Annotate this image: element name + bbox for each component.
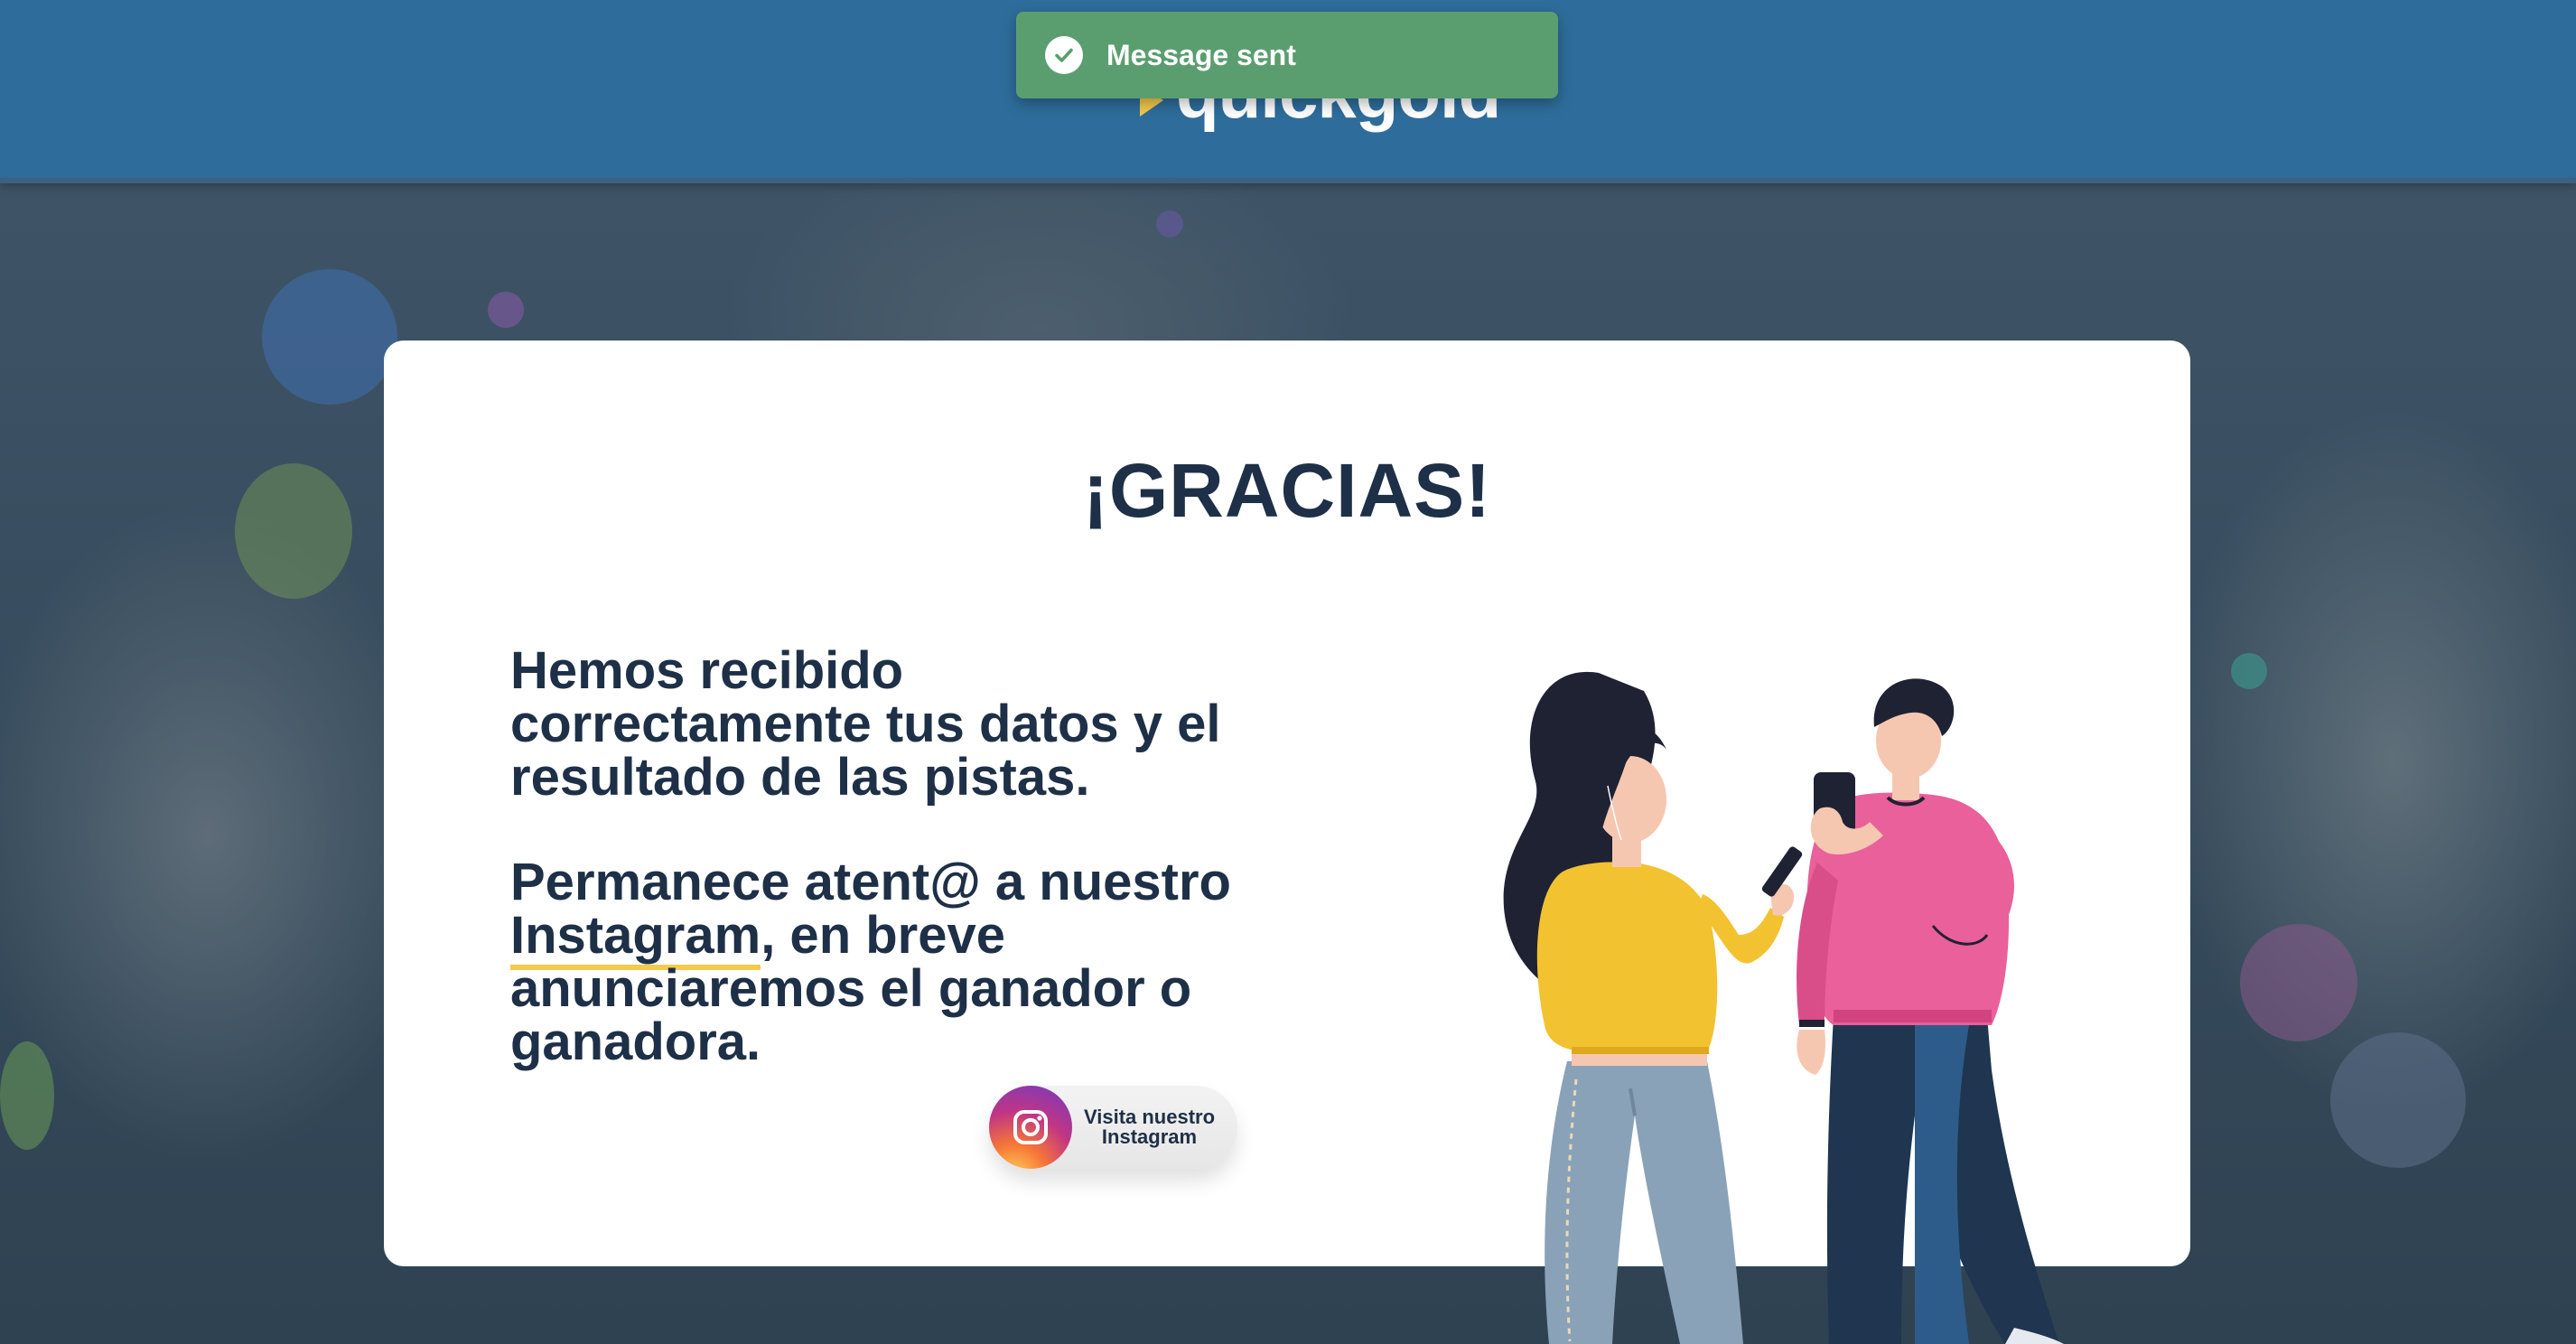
confetti-dot [262,269,397,405]
confetti-dot [2240,924,2357,1041]
confetti-dot [2330,1032,2466,1168]
confetti-dot [2231,653,2267,689]
confetti-dot [1156,210,1183,238]
instagram-icon [989,1086,1072,1169]
confirmation-text: Hemos recibido correctamente tus datos y… [510,641,1221,807]
woman-figure [1503,671,1803,1344]
notice-text-start: Permanece atent@ a nuestro [510,853,1231,911]
confetti-dot [0,1041,54,1150]
check-circle-icon [1045,36,1083,74]
visit-instagram-line2: Instagram [1101,1125,1198,1148]
instagram-notice-text: Permanece atent@ a nuestro Instagram, en… [510,855,1251,1069]
confetti-dot [235,463,352,599]
toast-message: Message sent [1106,38,1296,71]
visit-instagram-button[interactable]: Visita nuestro Instagram [989,1086,1237,1169]
people-with-phones-illustration [1503,671,2064,1344]
visit-instagram-label: Visita nuestro Instagram [1072,1107,1237,1147]
confetti-dot [488,292,524,328]
page-title: ¡GRACIAS! [1082,448,1492,533]
man-figure [1797,678,2064,1344]
toast-notification: Message sent [1016,12,1558,98]
